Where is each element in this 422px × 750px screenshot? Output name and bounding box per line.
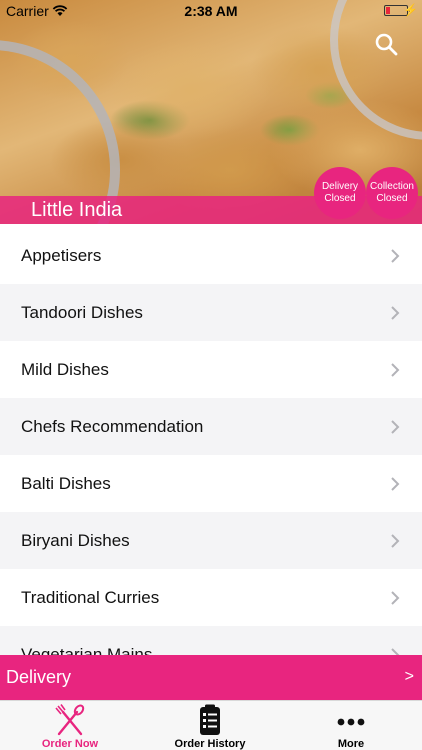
restaurant-name: Little India	[31, 199, 123, 221]
menu-category-label: Tandoori Dishes	[21, 302, 143, 322]
collection-status-line1: Collection	[370, 181, 414, 192]
menu-category-row[interactable]: Tandoori Dishes	[0, 284, 422, 341]
tab-more[interactable]: More	[281, 701, 421, 750]
tab-bar: Order Now Order History More	[0, 700, 422, 750]
menu-category-label: Balti Dishes	[21, 473, 111, 493]
tab-label: Order Now	[41, 738, 99, 750]
menu-category-row[interactable]: Chefs Recommendation	[0, 398, 422, 455]
delivery-status-line2: Closed	[324, 193, 356, 204]
tab-label: More	[337, 738, 365, 750]
menu-category-label: Vegetarian Mains	[21, 644, 153, 656]
fork-knife-icon	[53, 704, 87, 741]
chevron-right-icon	[391, 306, 400, 320]
chevron-right-icon	[391, 591, 400, 605]
menu-category-row[interactable]: Mild Dishes	[0, 341, 422, 398]
tab-order-now[interactable]: Order Now	[0, 701, 140, 750]
menu-category-row[interactable]: Traditional Curries	[0, 569, 422, 626]
order-mode-label: Delivery	[6, 667, 72, 687]
chevron-right-icon	[391, 477, 400, 491]
menu-category-row[interactable]: Vegetarian Mains	[0, 626, 422, 655]
menu-category-list[interactable]: Appetisers Tandoori Dishes Mild Dishes C…	[0, 227, 422, 655]
menu-category-label: Appetisers	[21, 245, 102, 265]
menu-category-label: Traditional Curries	[21, 587, 160, 607]
menu-category-row[interactable]: Appetisers	[0, 227, 422, 284]
chevron-right-icon: >	[404, 668, 414, 685]
chevron-right-icon	[391, 249, 400, 263]
chevron-right-icon	[391, 648, 400, 655]
charging-bolt-icon: ⚡	[403, 3, 418, 17]
collection-status-line2: Closed	[376, 193, 408, 204]
clock-time: 2:38 AM	[184, 3, 238, 19]
chevron-right-icon	[391, 363, 400, 377]
menu-category-label: Mild Dishes	[21, 359, 109, 379]
order-mode-button[interactable]: Delivery >	[0, 655, 422, 700]
chevron-right-icon	[391, 534, 400, 548]
search-icon[interactable]	[374, 32, 398, 56]
delivery-status-badge: Delivery Closed	[314, 167, 366, 219]
clipboard-list-icon	[199, 704, 221, 741]
tab-label: Order History	[174, 738, 246, 750]
menu-category-label: Biryani Dishes	[21, 530, 130, 550]
collection-status-badge: Collection Closed	[366, 167, 418, 219]
tab-order-history[interactable]: Order History	[140, 701, 280, 750]
menu-category-row[interactable]: Biryani Dishes	[0, 512, 422, 569]
chevron-right-icon	[391, 420, 400, 434]
delivery-status-line1: Delivery	[321, 181, 359, 192]
menu-category-row[interactable]: Balti Dishes	[0, 455, 422, 512]
more-dots-icon	[337, 713, 365, 731]
menu-category-label: Chefs Recommendation	[21, 416, 204, 436]
status-bar: Carrier 2:38 AM ⚡	[0, 0, 422, 22]
